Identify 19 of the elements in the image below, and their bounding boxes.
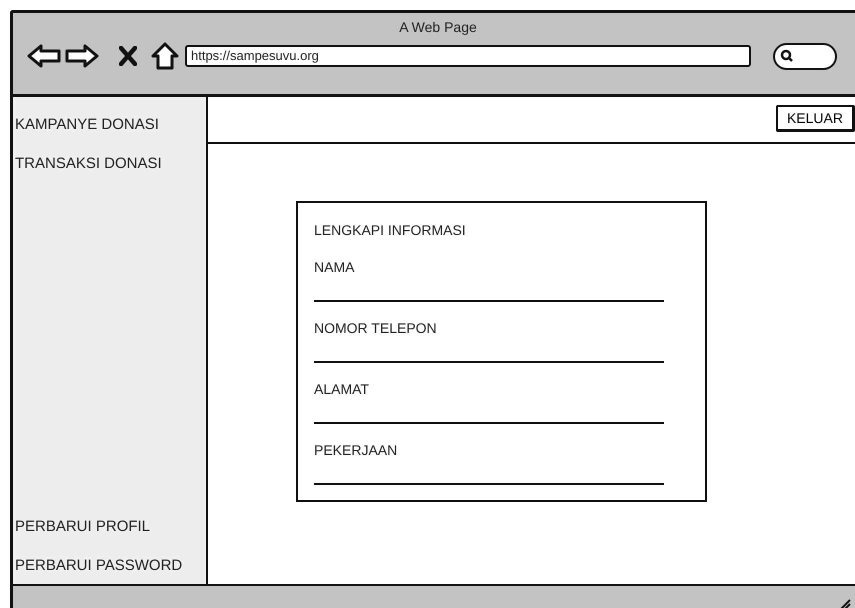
form-title: LENGKAPI INFORMASI	[314, 221, 467, 240]
field-label: NOMOR TELEPON	[314, 319, 438, 338]
resize-grip-icon[interactable]	[839, 598, 851, 608]
back-icon[interactable]	[27, 44, 61, 68]
field-label: PEKERJAAN	[314, 441, 398, 460]
field-label: ALAMAT	[314, 380, 370, 399]
sidebar-item[interactable]: PERBARUI PROFIL	[15, 517, 206, 537]
sidebar-item[interactable]: KAMPANYE DONASI	[15, 115, 206, 135]
home-icon[interactable]	[151, 42, 179, 70]
forward-icon[interactable]	[65, 44, 99, 68]
search-icon	[780, 49, 794, 63]
search-field[interactable]	[773, 42, 837, 70]
sidebar-item[interactable]: TRANSAKSI DONASI	[15, 154, 206, 174]
logout-button[interactable]: KELUAR	[776, 105, 855, 132]
field-label: NAMA	[314, 258, 356, 277]
url-field[interactable]: https://sampesuvu.org	[185, 45, 751, 67]
sidebar-item[interactable]: PERBARUI PASSWORD	[15, 556, 206, 576]
close-icon[interactable]	[119, 46, 137, 66]
window-title: A Web Page	[398, 18, 478, 37]
